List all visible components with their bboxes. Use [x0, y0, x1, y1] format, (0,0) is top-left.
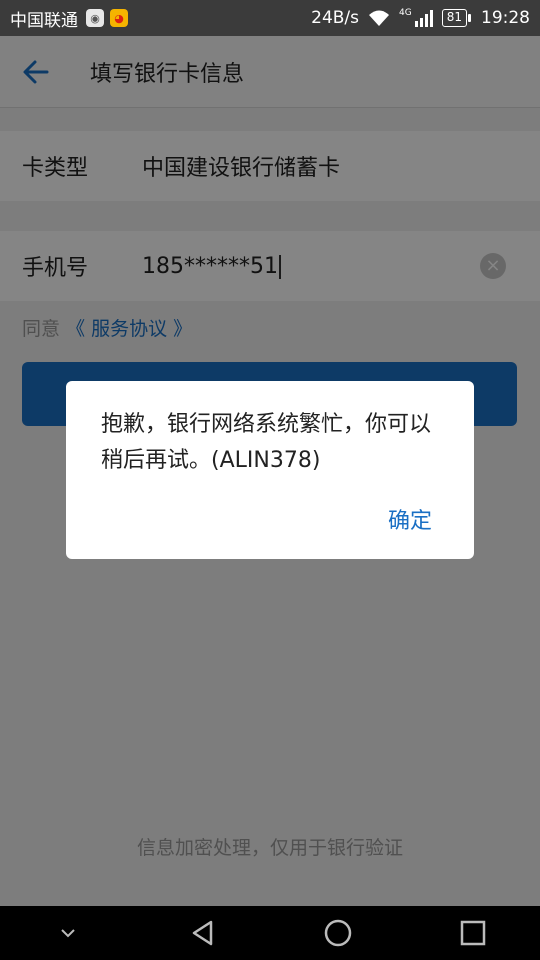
home-circle-icon	[324, 919, 351, 947]
error-dialog: 抱歉，银行网络系统繁忙，你可以稍后再试。(ALIN378) 确定	[66, 381, 474, 559]
wifi-icon	[369, 10, 390, 26]
hide-nav-button[interactable]	[38, 906, 98, 960]
recents-nav-button[interactable]	[443, 906, 503, 960]
status-bar: 中国联通 ◉ ◕ 24B/s 4G 81 19:28	[0, 0, 540, 36]
back-nav-button[interactable]	[173, 906, 233, 960]
carrier-name: 中国联通	[10, 10, 78, 31]
net-speed: 24B/s	[311, 8, 360, 28]
chevron-down-icon	[60, 929, 75, 938]
back-triangle-icon	[192, 920, 212, 946]
home-nav-button[interactable]	[308, 906, 368, 960]
battery-icon: 81	[441, 9, 472, 27]
status-right: 24B/s 4G 81 19:28	[311, 8, 530, 28]
network-type: 4G	[399, 8, 412, 18]
signal-icon	[414, 10, 433, 27]
recents-square-icon	[460, 920, 485, 946]
navigation-bar	[0, 906, 540, 960]
app-notification-icon: ◉	[86, 9, 104, 27]
battery-level: 81	[446, 10, 462, 24]
dialog-message: 抱歉，银行网络系统繁忙，你可以稍后再试。(ALIN378)	[101, 412, 432, 473]
clock: 19:28	[481, 8, 530, 28]
confirm-button[interactable]: 确定	[388, 503, 432, 535]
weibo-icon: ◕	[110, 9, 128, 27]
